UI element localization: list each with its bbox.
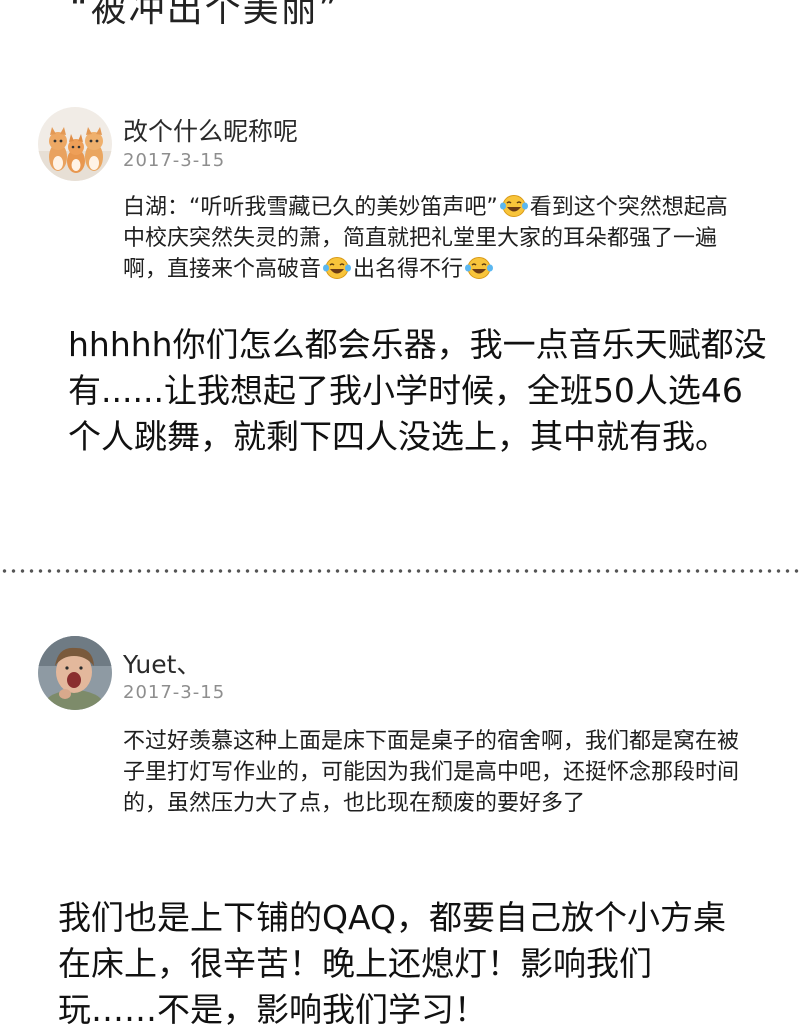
child-avatar-image (38, 636, 112, 710)
comment-text-part: 出名得不行 (353, 257, 464, 282)
kittens-avatar-image (38, 107, 112, 181)
username[interactable]: 改个什么昵称呢 (123, 112, 298, 148)
avatar-kittens[interactable] (38, 107, 112, 181)
comment-text: 不过好羡慕这种上面是床下面是桌子的宿舍啊，我们都是窝在被子里打灯写作业的，可能因… (123, 729, 740, 816)
post-date: 2017-3-15 (123, 150, 226, 171)
avatar-child-photo[interactable] (38, 636, 112, 710)
post-date: 2017-3-15 (123, 682, 226, 703)
author-reply: hhhhh你们怎么都会乐器，我一点音乐天赋都没有......让我想起了我小学时候… (68, 325, 767, 456)
tears-of-joy-emoji-icon (323, 257, 352, 279)
author-reply: 我们也是上下铺的QAQ，都要自己放个小方桌在床上，很辛苦！晚上还熄灯！影响我们玩… (58, 898, 726, 1029)
comment-text-part: 白湖：“听听我雪藏已久的美妙笛声吧” (123, 195, 498, 220)
dotted-divider (0, 568, 800, 574)
clipped-header-text: “被冲出个美丽” (70, 0, 340, 30)
comment-text: 白湖：“听听我雪藏已久的美妙笛声吧” 看到这个突然想起高中校庆突然失灵的萧，简直… (123, 192, 735, 285)
tears-of-joy-emoji-icon (465, 257, 494, 279)
username[interactable]: Yuet、 (123, 645, 201, 681)
tears-of-joy-emoji-icon (499, 195, 528, 217)
